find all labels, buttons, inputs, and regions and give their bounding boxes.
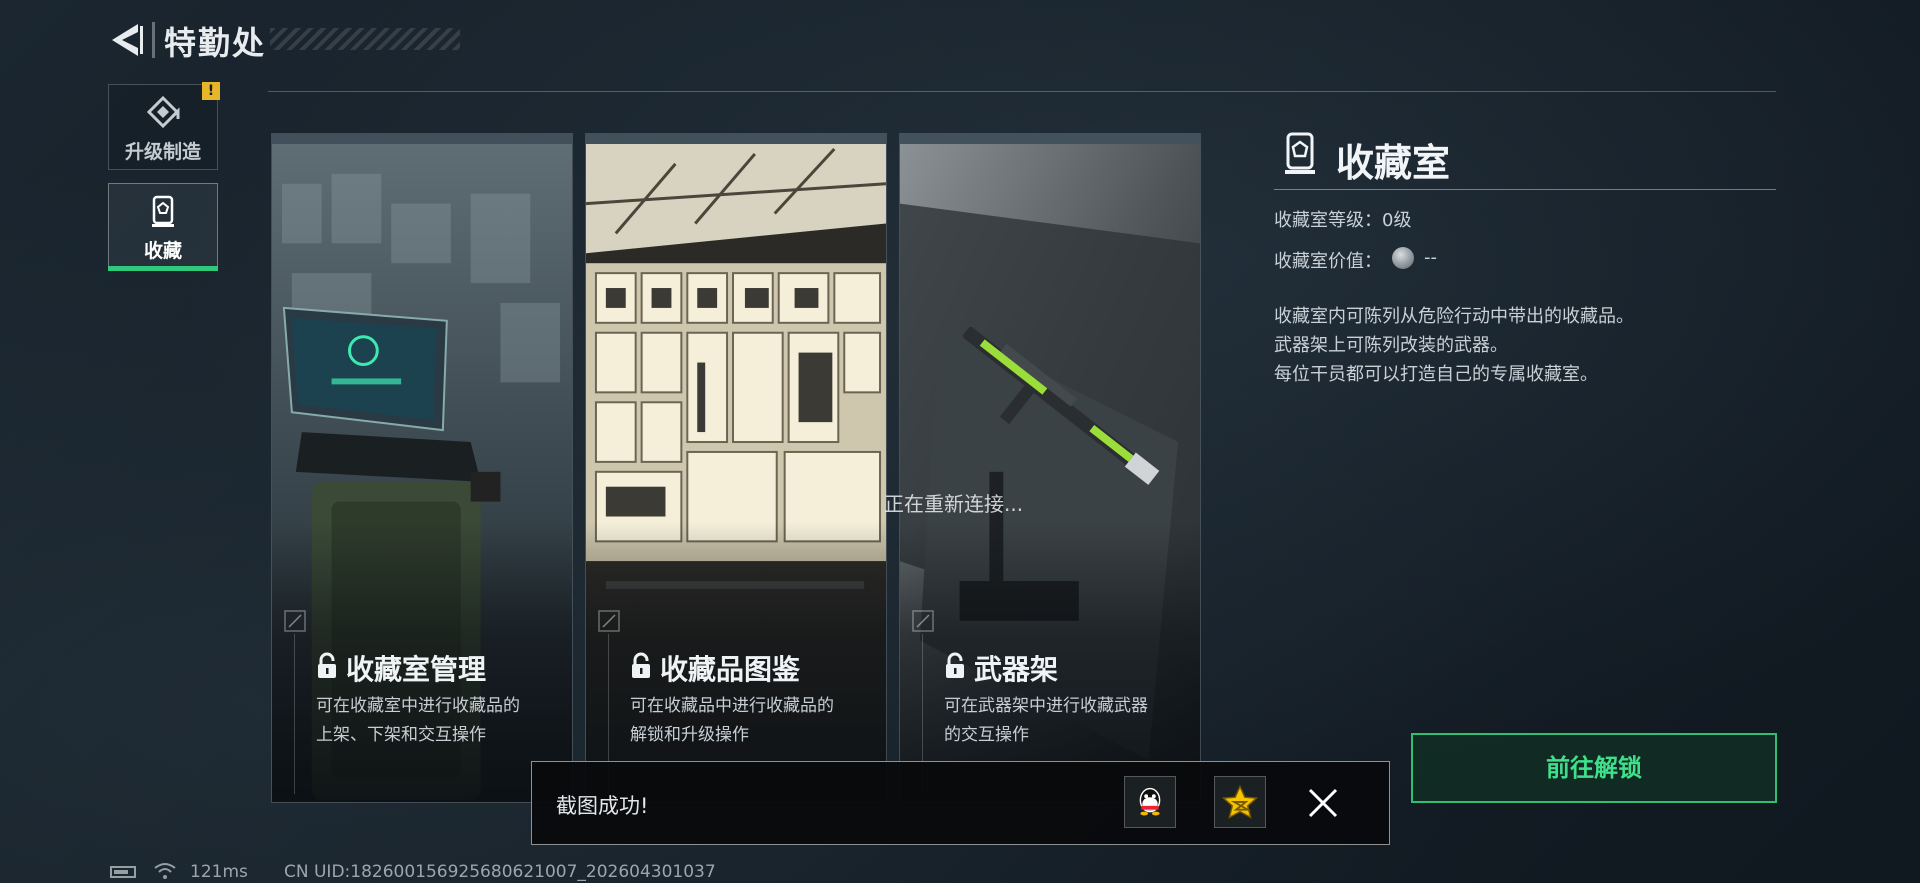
collection-room-icon [1285, 132, 1315, 174]
battery-icon [110, 866, 136, 878]
lock-icon [318, 652, 336, 678]
card-description-line: 可在武器架中进行收藏武器 [944, 696, 1148, 716]
back-arrow-icon[interactable] [108, 20, 144, 60]
share-qq-button[interactable] [1124, 776, 1176, 828]
qzone-star-icon [1221, 784, 1259, 819]
card-description-line: 可在收藏室中进行收藏品的 [316, 696, 520, 716]
share-qzone-button[interactable] [1214, 776, 1266, 828]
panel-description-line: 武器架上可陈列改装的武器。 [1274, 335, 1508, 356]
upgrade-craft-icon [146, 95, 180, 129]
expand-corner-icon [598, 610, 620, 632]
card-weapon-rack[interactable]: //// 武器架 可在武器架中进行收藏武器 的交互操作 [899, 133, 1201, 803]
coin-icon [1392, 247, 1414, 269]
lock-icon [632, 652, 650, 678]
selected-indicator [108, 266, 218, 271]
close-icon[interactable] [1300, 780, 1346, 826]
expand-corner-icon [284, 610, 306, 632]
alert-badge: ! [202, 82, 220, 100]
toast-message: 截图成功! [556, 794, 649, 818]
wifi-icon [154, 863, 176, 879]
card-description: 可在收藏品中进行收藏品的 解锁和升级操作 [630, 692, 880, 750]
card-description-line: 上架、下架和交互操作 [316, 725, 486, 745]
card-header-strip: //// [272, 134, 572, 151]
reconnecting-message: 正在重新连接... [884, 492, 1024, 516]
card-header-strip: //// [900, 134, 1200, 151]
title-decoration [270, 28, 460, 50]
collection-value: -- [1424, 247, 1437, 268]
go-unlock-button[interactable]: 前往解锁 [1411, 733, 1777, 803]
panel-description-line: 收藏室内可陈列从危险行动中带出的收藏品。 [1274, 306, 1634, 327]
card-collection-catalog[interactable]: //// [585, 133, 887, 803]
user-uid: CN UID:1826001569256806210​07_2026043010… [284, 862, 716, 882]
card-description-line: 可在收藏品中进行收藏品的 [630, 696, 834, 716]
divider [268, 91, 1776, 92]
card-header-strip: //// [586, 134, 886, 151]
collection-value-label: 收藏室价值： [1274, 251, 1382, 272]
page-title: 特勤处 [164, 24, 267, 62]
card-description: 可在武器架中进行收藏武器 的交互操作 [944, 692, 1194, 750]
nav-item-label: 收藏 [143, 240, 182, 262]
card-title: 收藏品图鉴 [660, 653, 801, 686]
collection-room-icon [152, 195, 174, 227]
card-collection-management[interactable]: //// 收藏室管理 可在收藏室中进行收藏品的 上架、下架 [271, 133, 573, 803]
card-description: 可在收藏室中进行收藏品的 上架、下架和交互操作 [316, 692, 566, 750]
nav-item-collection[interactable]: 收藏 [108, 183, 218, 269]
lock-icon [946, 652, 964, 678]
card-description-line: 解锁和升级操作 [630, 725, 749, 745]
ping-value: 121ms [190, 862, 248, 882]
card-title: 武器架 [974, 653, 1059, 686]
title-divider [152, 22, 155, 58]
expand-corner-icon [912, 610, 934, 632]
card-description-line: 的交互操作 [944, 725, 1029, 745]
card-title: 收藏室管理 [346, 653, 487, 686]
screenshot-toast: 截图成功! [531, 761, 1390, 845]
decor-line [294, 634, 295, 794]
panel-divider [1274, 189, 1776, 190]
qq-icon [1139, 787, 1161, 816]
collection-level: 收藏室等级：0级 [1274, 210, 1412, 231]
panel-description-line: 每位干员都可以打造自己的专属收藏室。 [1274, 364, 1598, 385]
nav-item-label: 升级制造 [124, 141, 201, 163]
panel-title: 收藏室 [1336, 141, 1451, 185]
